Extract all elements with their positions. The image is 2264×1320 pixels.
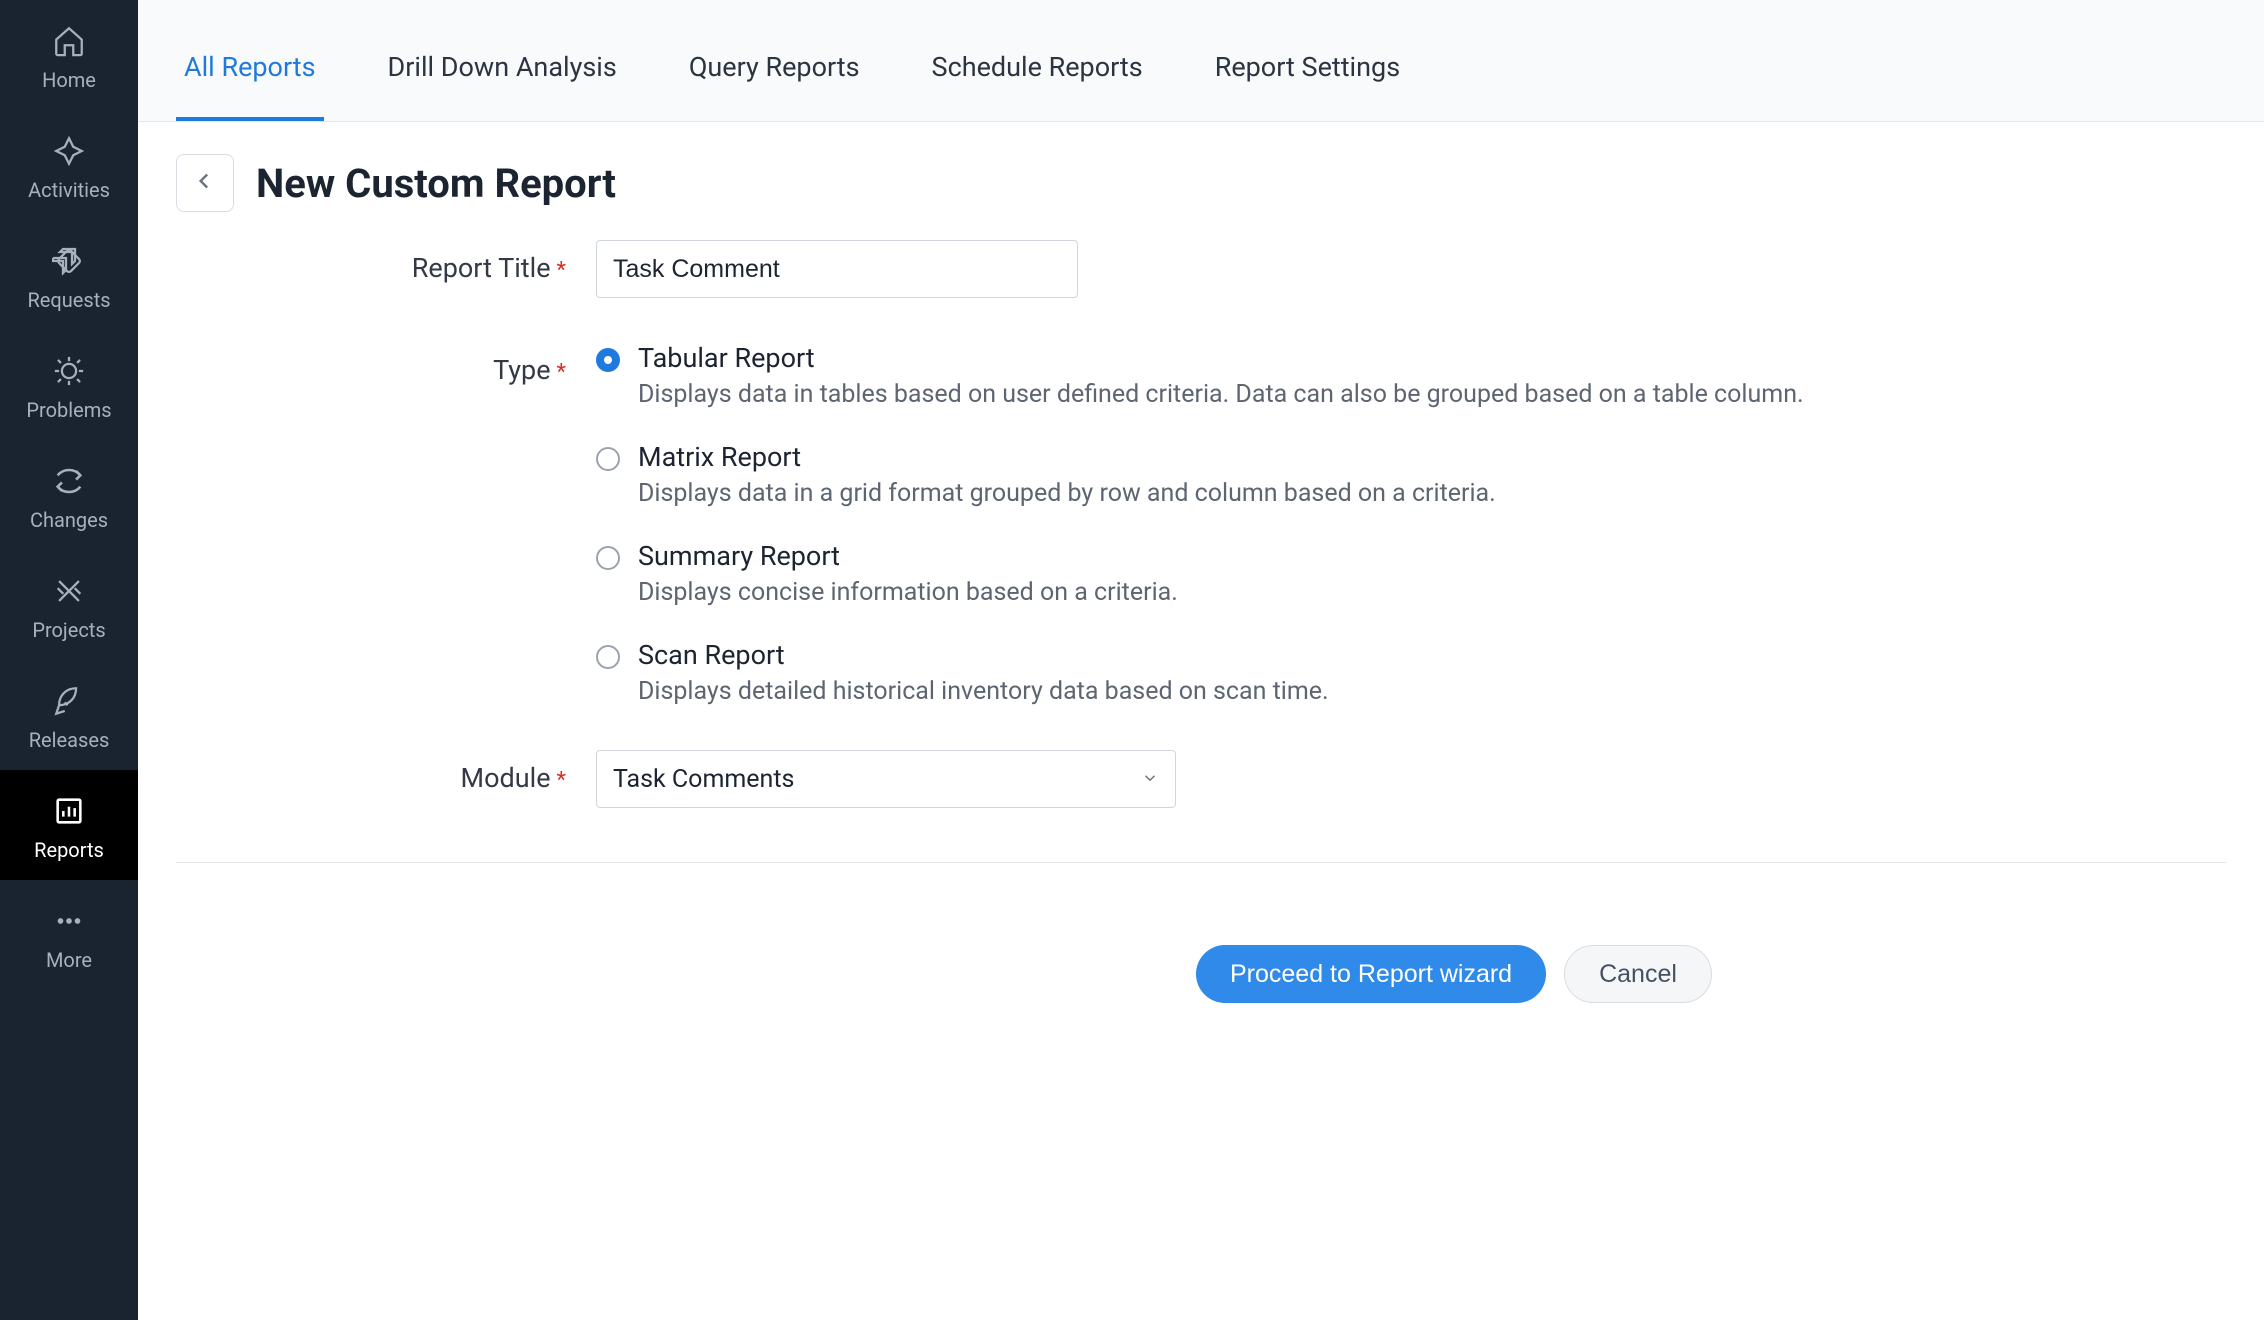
type-radio-group: Tabular Report Displays data in tables b… (596, 342, 2226, 706)
changes-icon (52, 464, 86, 498)
radio-option-summary[interactable]: Summary Report Displays concise informat… (596, 540, 2226, 607)
radio-input[interactable] (596, 348, 620, 372)
radio-option-scan[interactable]: Scan Report Displays detailed historical… (596, 639, 2226, 706)
radio-input[interactable] (596, 447, 620, 471)
main-panel: All Reports Drill Down Analysis Query Re… (138, 0, 2264, 1320)
chevron-down-icon (1141, 765, 1159, 794)
required-star: * (557, 360, 566, 385)
tab-schedule-reports[interactable]: Schedule Reports (924, 51, 1151, 121)
field-module: Module* Task Comments (176, 750, 2226, 863)
releases-icon (52, 684, 86, 718)
module-select-value: Task Comments (613, 765, 794, 794)
tab-drill-down-analysis[interactable]: Drill Down Analysis (380, 51, 625, 121)
tabbar: All Reports Drill Down Analysis Query Re… (138, 0, 2264, 122)
requests-icon (52, 244, 86, 278)
module-label: Module* (176, 750, 596, 794)
radio-title: Matrix Report (638, 441, 1496, 473)
required-star: * (557, 768, 566, 793)
more-icon (52, 904, 86, 938)
field-type: Type* Tabular Report Displays data in ta… (176, 342, 2226, 706)
tab-all-reports[interactable]: All Reports (176, 51, 324, 121)
field-report-title: Report Title* (176, 240, 2226, 298)
sidebar-item-label: Reports (34, 838, 104, 862)
type-label: Type* (176, 342, 596, 386)
sidebar-item-activities[interactable]: Activities (0, 110, 138, 220)
sidebar-item-label: Requests (27, 288, 110, 312)
sidebar-item-label: More (46, 948, 92, 972)
activities-icon (52, 134, 86, 168)
radio-input[interactable] (596, 546, 620, 570)
tab-query-reports[interactable]: Query Reports (681, 51, 868, 121)
module-select[interactable]: Task Comments (596, 750, 1176, 808)
tab-report-settings[interactable]: Report Settings (1207, 51, 1408, 121)
new-report-form: Report Title* Type* Tabular Report Displ… (138, 240, 2264, 1003)
report-title-label: Report Title* (176, 240, 596, 284)
back-button[interactable] (176, 154, 234, 212)
reports-icon (52, 794, 86, 828)
radio-desc: Displays data in tables based on user de… (638, 380, 1804, 409)
projects-icon (52, 574, 86, 608)
radio-input[interactable] (596, 645, 620, 669)
sidebar-item-requests[interactable]: Requests (0, 220, 138, 330)
radio-option-matrix[interactable]: Matrix Report Displays data in a grid fo… (596, 441, 2226, 508)
sidebar-item-projects[interactable]: Projects (0, 550, 138, 660)
sidebar-item-home[interactable]: Home (0, 0, 138, 110)
sidebar-item-more[interactable]: More (0, 880, 138, 990)
form-actions: Proceed to Report wizard Cancel (1196, 917, 2226, 1003)
home-icon (52, 24, 86, 58)
sidebar-item-releases[interactable]: Releases (0, 660, 138, 770)
radio-title: Summary Report (638, 540, 1178, 572)
sidebar: Home Activities Requests Problems Change… (0, 0, 138, 1320)
radio-desc: Displays detailed historical inventory d… (638, 677, 1329, 706)
radio-desc: Displays data in a grid format grouped b… (638, 479, 1496, 508)
sidebar-item-label: Releases (29, 728, 110, 752)
sidebar-item-reports[interactable]: Reports (0, 770, 138, 880)
radio-desc: Displays concise information based on a … (638, 578, 1178, 607)
radio-title: Tabular Report (638, 342, 1804, 374)
sidebar-item-changes[interactable]: Changes (0, 440, 138, 550)
sidebar-item-label: Problems (26, 398, 111, 422)
page-title: New Custom Report (256, 160, 616, 207)
problems-icon (52, 354, 86, 388)
radio-option-tabular[interactable]: Tabular Report Displays data in tables b… (596, 342, 2226, 409)
sidebar-item-label: Activities (28, 178, 110, 202)
cancel-button[interactable]: Cancel (1564, 945, 1712, 1003)
sidebar-item-label: Projects (32, 618, 105, 642)
sidebar-item-label: Home (42, 68, 96, 92)
radio-title: Scan Report (638, 639, 1329, 671)
proceed-button[interactable]: Proceed to Report wizard (1196, 945, 1546, 1003)
arrow-left-icon (192, 168, 218, 198)
sidebar-item-label: Changes (30, 508, 108, 532)
required-star: * (557, 258, 566, 283)
sidebar-item-problems[interactable]: Problems (0, 330, 138, 440)
report-title-input[interactable] (596, 240, 1078, 298)
page-header: New Custom Report (138, 122, 2264, 240)
